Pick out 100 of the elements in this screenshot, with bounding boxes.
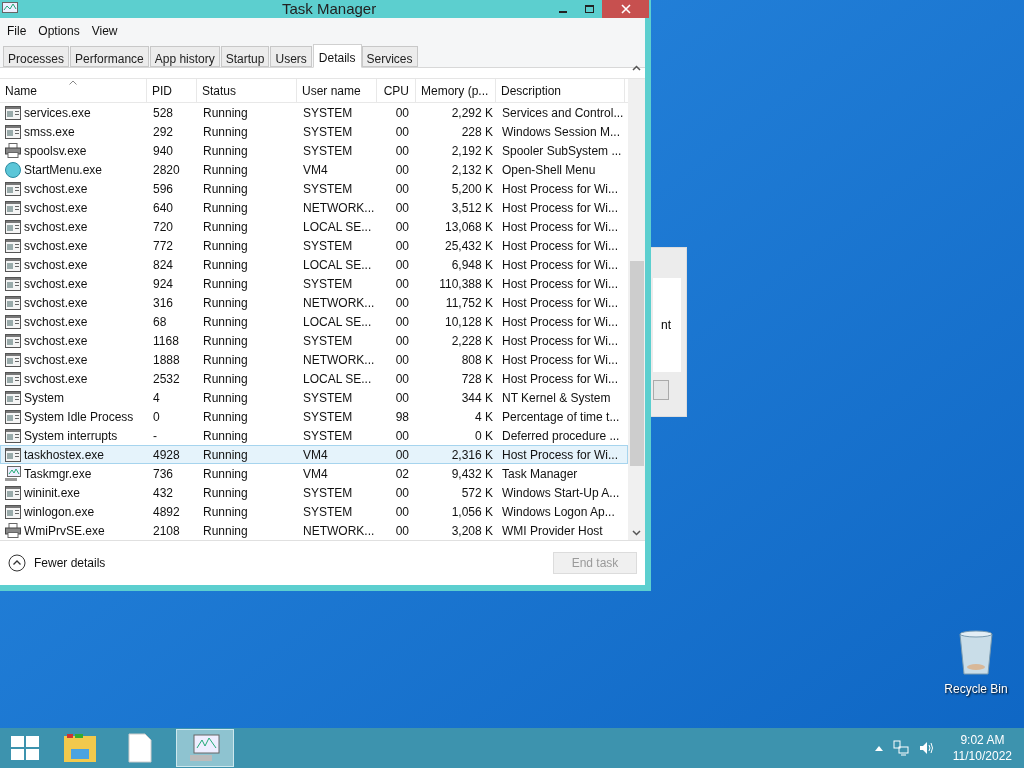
tab[interactable]: Processes — [3, 46, 70, 67]
table-cell: Running — [203, 447, 248, 462]
table-cell: 228 K — [461, 124, 493, 139]
table-cell: 0 K — [475, 428, 493, 443]
table-cell: Running — [203, 352, 248, 367]
table-cell: LOCAL SE... — [303, 314, 372, 329]
process-row[interactable]: System interrupts - Running SYSTEM 00 0 K Deferred procedure ... — [0, 426, 628, 445]
process-row[interactable]: smss.exe 292 Running SYSTEM 00 228 K Windows Session M... — [0, 122, 628, 141]
process-row[interactable]: svchost.exe 924 Running SYSTEM 00 110,388 K Host Process for Wi... — [0, 274, 628, 293]
process-row[interactable]: svchost.exe 596 Running SYSTEM 00 5,200 K Host Process for Wi... — [0, 179, 628, 198]
network-icon[interactable] — [892, 740, 909, 756]
window-icon — [5, 238, 21, 253]
process-row[interactable]: System 4 Running SYSTEM 00 344 K NT Kernel & System — [0, 388, 628, 407]
table-cell: 292 — [153, 124, 174, 139]
table-cell: 2,192 K — [451, 143, 493, 158]
process-row[interactable]: svchost.exe 316 Running NETWORK... 00 11,752 K Host Process for Wi... — [0, 293, 628, 312]
table-cell: 772 — [153, 238, 174, 253]
process-row[interactable]: WmiPrvSE.exe 2108 Running NETWORK... 00 3,208 K WMI Provider Host — [0, 521, 628, 540]
process-row[interactable]: svchost.exe 68 Running LOCAL SE... 00 10,128 K Host Process for Wi... — [0, 312, 628, 331]
tab[interactable]: Details — [312, 44, 362, 68]
tab[interactable]: Users — [270, 46, 312, 67]
process-row[interactable]: StartMenu.exe 2820 Running VM4 00 2,132 K Open-Shell Menu — [0, 160, 628, 179]
dialog-button[interactable] — [653, 380, 669, 400]
table-cell: 1168 — [153, 333, 179, 348]
tab[interactable]: Performance — [70, 46, 149, 67]
process-row[interactable]: svchost.exe 772 Running SYSTEM 00 25,432 K Host Process for Wi... — [0, 236, 628, 255]
table-cell: 00 — [395, 105, 409, 120]
menu-item[interactable]: Options — [33, 20, 85, 42]
table-cell: Running — [203, 523, 248, 538]
show-hidden-icons-icon[interactable] — [874, 745, 883, 751]
table-cell: 00 — [395, 219, 409, 234]
folder-icon — [63, 733, 97, 763]
process-row[interactable]: winlogon.exe 4892 Running SYSTEM 00 1,056 K Windows Logon Ap... — [0, 502, 628, 521]
column-header[interactable]: CPU — [377, 79, 416, 102]
desktop-icon-label[interactable]: Recycle Bin — [944, 680, 1008, 698]
clock[interactable]: 9:02 AM 11/10/2022 — [952, 732, 1012, 764]
process-row[interactable]: svchost.exe 1888 Running NETWORK... 00 808 K Host Process for Wi... — [0, 350, 628, 369]
globe-icon — [5, 161, 21, 178]
process-row[interactable]: taskhostex.exe 4928 Running VM4 00 2,316 K Host Process for Wi... — [0, 445, 628, 464]
monitor-chart-icon — [190, 734, 220, 762]
process-row[interactable]: Taskmgr.exe 736 Running VM4 02 9,432 K Task Manager — [0, 464, 628, 483]
table-cell-text: smss.exe — [24, 123, 75, 141]
tab[interactable]: Startup — [220, 46, 270, 67]
table-cell-text: svchost.exe — [24, 256, 88, 274]
table-cell: Running — [203, 504, 248, 519]
process-row[interactable]: wininit.exe 432 Running SYSTEM 00 572 K Windows Start-Up A... — [0, 483, 628, 502]
column-header[interactable]: User name — [297, 79, 377, 102]
column-header[interactable]: Name — [0, 79, 147, 102]
process-row[interactable]: services.exe 528 Running SYSTEM 00 2,292 K Services and Control... — [0, 103, 628, 122]
table-cell: Running — [203, 371, 248, 386]
table-cell: 2820 — [153, 162, 180, 177]
fewer-details-toggle[interactable]: Fewer details — [8, 554, 106, 572]
column-header[interactable]: Description — [496, 79, 625, 102]
tab[interactable]: Services — [361, 46, 418, 67]
table-cell: 344 K — [461, 390, 493, 405]
table-cell: 00 — [395, 447, 409, 462]
table-cell: 68 — [153, 314, 167, 329]
table-cell: 00 — [395, 314, 409, 329]
table-cell: SYSTEM — [303, 143, 353, 158]
table-cell: Running — [203, 276, 248, 291]
table-cell: Host Process for Wi... — [502, 333, 619, 348]
scroll-down-icon[interactable] — [632, 530, 641, 536]
table-cell: Running — [203, 162, 248, 177]
process-row[interactable]: svchost.exe 2532 Running LOCAL SE... 00 728 K Host Process for Wi... — [0, 369, 628, 388]
process-row[interactable]: svchost.exe 824 Running LOCAL SE... 00 6,948 K Host Process for Wi... — [0, 255, 628, 274]
process-row[interactable]: svchost.exe 1168 Running SYSTEM 00 2,228 K Host Process for Wi... — [0, 331, 628, 350]
process-row[interactable]: svchost.exe 640 Running NETWORK... 00 3,512 K Host Process for Wi... — [0, 198, 628, 217]
window-icon — [5, 257, 21, 272]
column-header[interactable]: Status — [197, 79, 297, 102]
menu-item[interactable]: File — [2, 20, 32, 42]
scroll-up-icon[interactable] — [632, 65, 641, 71]
table-cell: Running — [203, 295, 248, 310]
window-icon — [5, 447, 21, 462]
column-header[interactable]: PID — [147, 79, 197, 102]
table-cell: Running — [203, 314, 248, 329]
recycle-bin-icon[interactable] — [958, 630, 994, 676]
table-cell: LOCAL SE... — [303, 371, 372, 386]
table-cell: 4 — [153, 390, 160, 405]
scrollbar-thumb[interactable] — [629, 261, 644, 466]
table-cell: 00 — [395, 162, 409, 177]
table-cell: 4 K — [475, 409, 493, 424]
column-header[interactable]: Memory (p... — [416, 79, 496, 102]
table-cell-text: WmiPrvSE.exe — [24, 522, 105, 540]
table-cell: 2,316 K — [451, 447, 493, 462]
process-row[interactable]: spoolsv.exe 940 Running SYSTEM 00 2,192 K Spooler SubSystem ... — [0, 141, 628, 160]
table-cell: 00 — [395, 200, 409, 215]
table-cell: 1888 — [153, 352, 180, 367]
table-cell-text: Taskmgr.exe — [24, 465, 92, 483]
volume-icon[interactable] — [918, 741, 935, 755]
table-cell: SYSTEM — [303, 124, 353, 139]
table-cell: 00 — [395, 295, 409, 310]
taskbar-button[interactable] — [176, 729, 234, 767]
tab[interactable]: App history — [149, 46, 220, 67]
process-row[interactable]: svchost.exe 720 Running LOCAL SE... 00 13,068 K Host Process for Wi... — [0, 217, 628, 236]
process-row[interactable]: System Idle Process 0 Running SYSTEM 98 4 K Percentage of time t... — [0, 407, 628, 426]
menu-item[interactable]: View — [86, 20, 123, 42]
table-cell: NT Kernel & System — [502, 390, 611, 405]
table-cell: 640 — [153, 200, 174, 215]
table-cell: Host Process for Wi... — [502, 314, 619, 329]
table-cell: 00 — [395, 181, 409, 196]
